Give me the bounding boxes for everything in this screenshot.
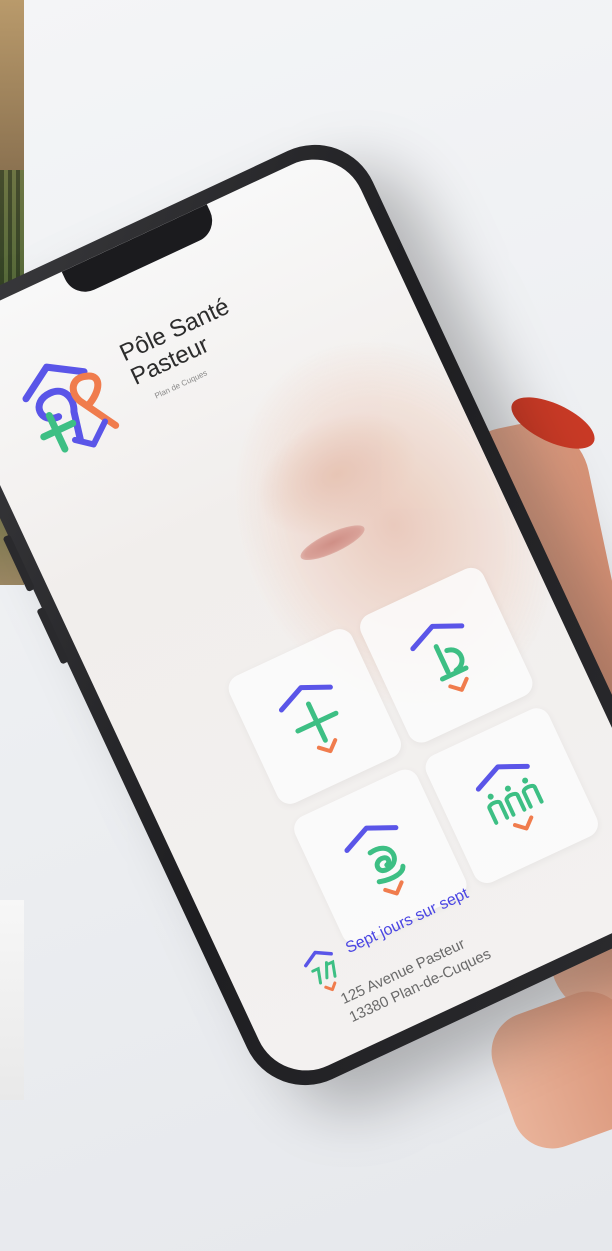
phone-screen: Pôle Santé Pasteur Plan de Cuques Sept j…: [0, 142, 612, 1088]
phone-device: Pôle Santé Pasteur Plan de Cuques Sept j…: [0, 123, 612, 1107]
background-panel: [0, 900, 24, 1100]
palm: [480, 980, 612, 1160]
